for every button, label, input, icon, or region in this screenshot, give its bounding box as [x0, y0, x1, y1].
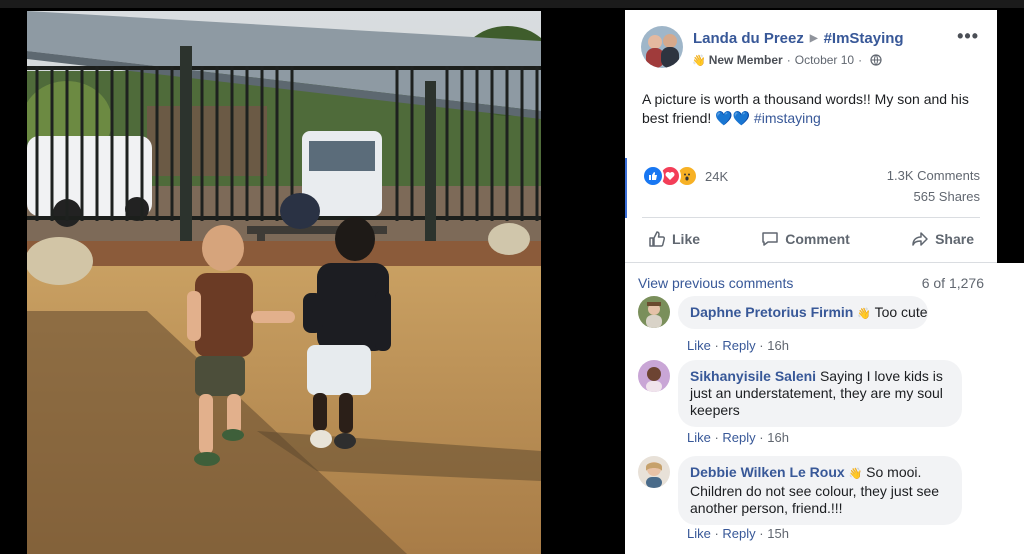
like-label: Like [672, 231, 701, 247]
divider [642, 217, 980, 218]
comment-bubble: Sikhanyisile Saleni Saying I love kids i… [678, 360, 962, 427]
commenter-name[interactable]: Daphne Pretorius Firmin [690, 304, 853, 320]
view-previous-comments-link[interactable]: View previous comments [638, 275, 793, 291]
comment-actions: Like · Reply · 16h [687, 430, 789, 445]
post-photo[interactable] [27, 11, 541, 554]
blue-hearts-emoji: 💙💙 [715, 110, 751, 126]
shares-count[interactable]: 565 Shares [914, 189, 981, 204]
comment-label: Comment [785, 231, 850, 247]
author-name[interactable]: Landa du Preez [693, 30, 804, 47]
comment-reply-link[interactable]: Reply [722, 430, 755, 445]
author-avatar[interactable] [641, 26, 683, 68]
comment-bubble: Debbie Wilken Le Roux 👋 So mooi. Childre… [678, 456, 962, 525]
comment-bubble: Daphne Pretorius Firmin 👋 Too cute [678, 296, 928, 329]
share-label: Share [935, 231, 974, 247]
author-line: Landa du Preez ▶ #ImStaying [693, 30, 904, 47]
commenter-name[interactable]: Sikhanyisile Saleni [690, 368, 816, 384]
photo-two-toddlers-walking [27, 11, 541, 554]
comments-page-count: 6 of 1,276 [921, 275, 984, 291]
commenter-avatar[interactable] [638, 360, 670, 392]
post-date[interactable]: October 10 [795, 53, 854, 67]
comment-time[interactable]: 16h [767, 430, 789, 445]
like-button[interactable]: Like [642, 224, 706, 254]
separator-dot: · [786, 53, 791, 67]
post-meta: 👋 New Member · October 10 · [692, 53, 882, 67]
share-button[interactable]: Share [905, 224, 980, 254]
comment-like-link[interactable]: Like [687, 526, 711, 541]
focus-indicator [625, 158, 627, 218]
more-options-button[interactable]: ••• [957, 26, 979, 47]
comment-time[interactable]: 15h [767, 526, 789, 541]
wave-hand-icon: 👋 [848, 468, 863, 480]
commenter-avatar[interactable] [638, 456, 670, 488]
comment-bubble-icon [762, 232, 779, 246]
comment-actions: Like · Reply · 16h [687, 338, 789, 353]
post-text: A picture is worth a thousand words!! My… [642, 90, 987, 128]
separator-dot: · [858, 53, 863, 67]
comments-section: View previous comments 6 of 1,276 Daphne… [625, 263, 1024, 554]
comment-like-link[interactable]: Like [687, 338, 711, 353]
comment-reply-link[interactable]: Reply [722, 338, 755, 353]
comment-like-link[interactable]: Like [687, 430, 711, 445]
arrow-right-icon: ▶ [809, 33, 818, 44]
comment-button[interactable]: Comment [755, 224, 856, 254]
reactions-count[interactable]: 24K [705, 169, 728, 184]
browser-top-strip [0, 0, 1024, 8]
wave-hand-icon: 👋 [692, 54, 706, 67]
commenter-name[interactable]: Debbie Wilken Le Roux [690, 464, 845, 480]
reactions-summary[interactable]: 24K [642, 165, 728, 187]
like-icon [642, 165, 664, 187]
commenter-avatar[interactable] [638, 296, 670, 328]
comment-time[interactable]: 16h [767, 338, 789, 353]
comment-reply-link[interactable]: Reply [722, 526, 755, 541]
comments-count[interactable]: 1.3K Comments [887, 168, 980, 183]
share-arrow-icon [912, 232, 928, 246]
post-actions: Like Comment Share [642, 224, 980, 254]
post-hashtag[interactable]: #imstaying [754, 110, 821, 126]
comment-text: Too cute [874, 304, 928, 320]
wave-hand-icon: 👋 [857, 308, 871, 320]
group-name[interactable]: #ImStaying [824, 30, 904, 47]
comment-actions: Like · Reply · 15h [687, 526, 789, 541]
thumbs-up-icon [649, 231, 666, 247]
globe-icon [870, 54, 882, 66]
member-badge: New Member [708, 53, 783, 67]
